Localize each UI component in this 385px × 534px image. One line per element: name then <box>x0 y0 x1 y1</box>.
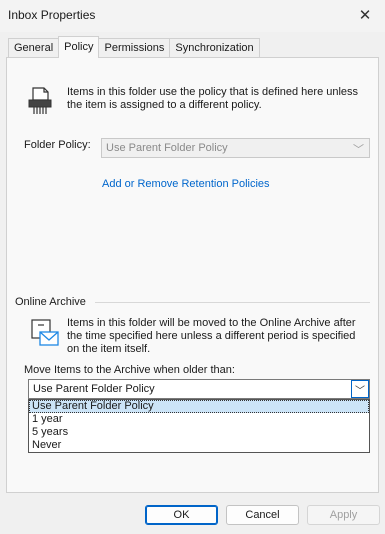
chevron-down-icon: ﹀ <box>353 144 364 156</box>
ok-button[interactable]: OK <box>145 505 218 525</box>
title-bar: Inbox Properties ✕ <box>0 0 385 32</box>
dropdown-option-1-year[interactable]: 1 year <box>29 413 369 426</box>
tab-policy[interactable]: Policy <box>58 36 100 58</box>
tab-synchronization[interactable]: Synchronization <box>169 38 260 58</box>
policy-description: Items in this folder use the policy that… <box>67 86 359 111</box>
folder-policy-label: Folder Policy: <box>24 139 91 151</box>
apply-button[interactable]: Apply <box>307 505 380 525</box>
tab-permissions[interactable]: Permissions <box>98 38 171 58</box>
mail-archive-icon <box>31 319 59 346</box>
archive-age-dropdown: Use Parent Folder Policy 1 year 5 years … <box>28 399 370 453</box>
section-divider <box>95 302 370 303</box>
chevron-down-icon[interactable]: ﹀ <box>351 380 369 398</box>
dropdown-option-5-years[interactable]: 5 years <box>29 426 369 439</box>
dropdown-option-use-parent[interactable]: Use Parent Folder Policy <box>29 400 369 413</box>
tab-general[interactable]: General <box>8 38 60 58</box>
archive-age-value: Use Parent Folder Policy <box>33 383 155 395</box>
cancel-button[interactable]: Cancel <box>226 505 299 525</box>
folder-policy-value: Use Parent Folder Policy <box>106 142 228 154</box>
dropdown-option-never[interactable]: Never <box>29 439 369 452</box>
shredder-icon <box>28 87 52 114</box>
close-icon[interactable]: ✕ <box>353 4 377 26</box>
move-items-label: Move Items to the Archive when older tha… <box>24 364 235 376</box>
window-title: Inbox Properties <box>8 8 96 22</box>
tab-strip: General Policy Permissions Synchronizati… <box>8 36 260 58</box>
retention-policies-link[interactable]: Add or Remove Retention Policies <box>102 178 270 190</box>
folder-policy-select: Use Parent Folder Policy ﹀ <box>101 138 370 158</box>
online-archive-heading: Online Archive <box>15 296 86 308</box>
archive-description: Items in this folder will be moved to th… <box>67 317 356 355</box>
archive-age-select[interactable]: Use Parent Folder Policy ﹀ <box>28 379 370 399</box>
